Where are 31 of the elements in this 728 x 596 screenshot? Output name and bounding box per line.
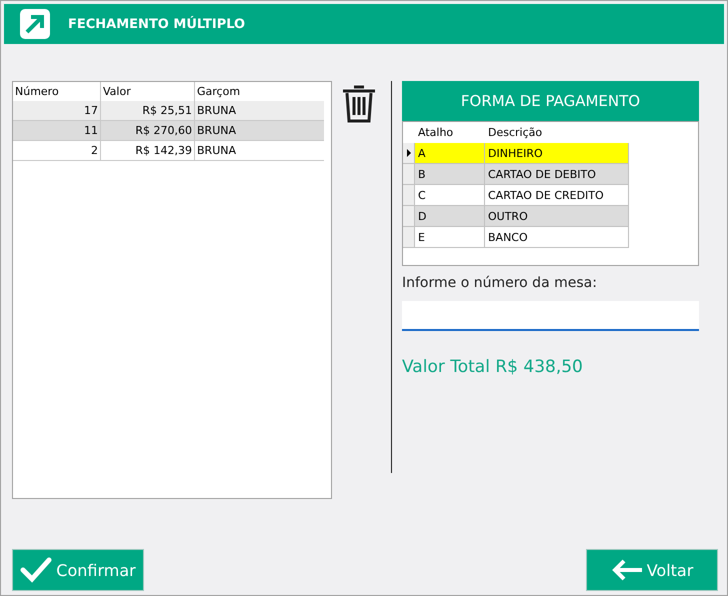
table-cell[interactable]: A (415, 143, 485, 164)
checkmark-icon (20, 557, 52, 583)
field-label: Informe o número da mesa: (402, 275, 598, 291)
table-cell: R$ 270,60 (101, 121, 195, 140)
table-cell[interactable]: E (415, 227, 485, 248)
column-header[interactable]: Descrição (485, 122, 629, 143)
table-cell: 11 (13, 121, 101, 140)
column-header[interactable]: Atalho (415, 122, 485, 143)
table-cell[interactable]: CARTAO DE DEBITO (485, 164, 629, 185)
row-header[interactable] (403, 143, 415, 164)
table-cell-text: BRUNA (196, 143, 237, 159)
window-title: FECHAMENTO MÚLTIPLO (68, 16, 246, 32)
input-field[interactable] (402, 301, 699, 331)
table-cell: 2 (13, 141, 101, 160)
table-cell[interactable]: D (415, 206, 485, 227)
table-cell[interactable]: B (415, 164, 485, 185)
total-value: Valor Total R$ 438,50 (402, 357, 584, 377)
table-cell-text: BRUNA (196, 103, 237, 119)
column-header[interactable]: Garçom (195, 82, 324, 101)
arrow-left-icon (610, 558, 643, 582)
table-cell-text: BRUNA (196, 123, 237, 139)
table-cell[interactable]: OUTRO (485, 206, 629, 227)
panel-header: FORMA DE PAGAMENTO (402, 81, 699, 121)
table-cell: 17 (13, 101, 101, 120)
table-cell[interactable]: DINHEIRO (485, 143, 629, 164)
arrow-logo-icon (20, 9, 50, 39)
table-cell: R$ 142,39 (101, 141, 195, 160)
row-pointer-icon (406, 149, 410, 157)
table-cell[interactable]: BANCO (485, 227, 629, 248)
table-cell: R$ 25,51 (101, 101, 195, 120)
trash-icon[interactable] (341, 83, 377, 123)
